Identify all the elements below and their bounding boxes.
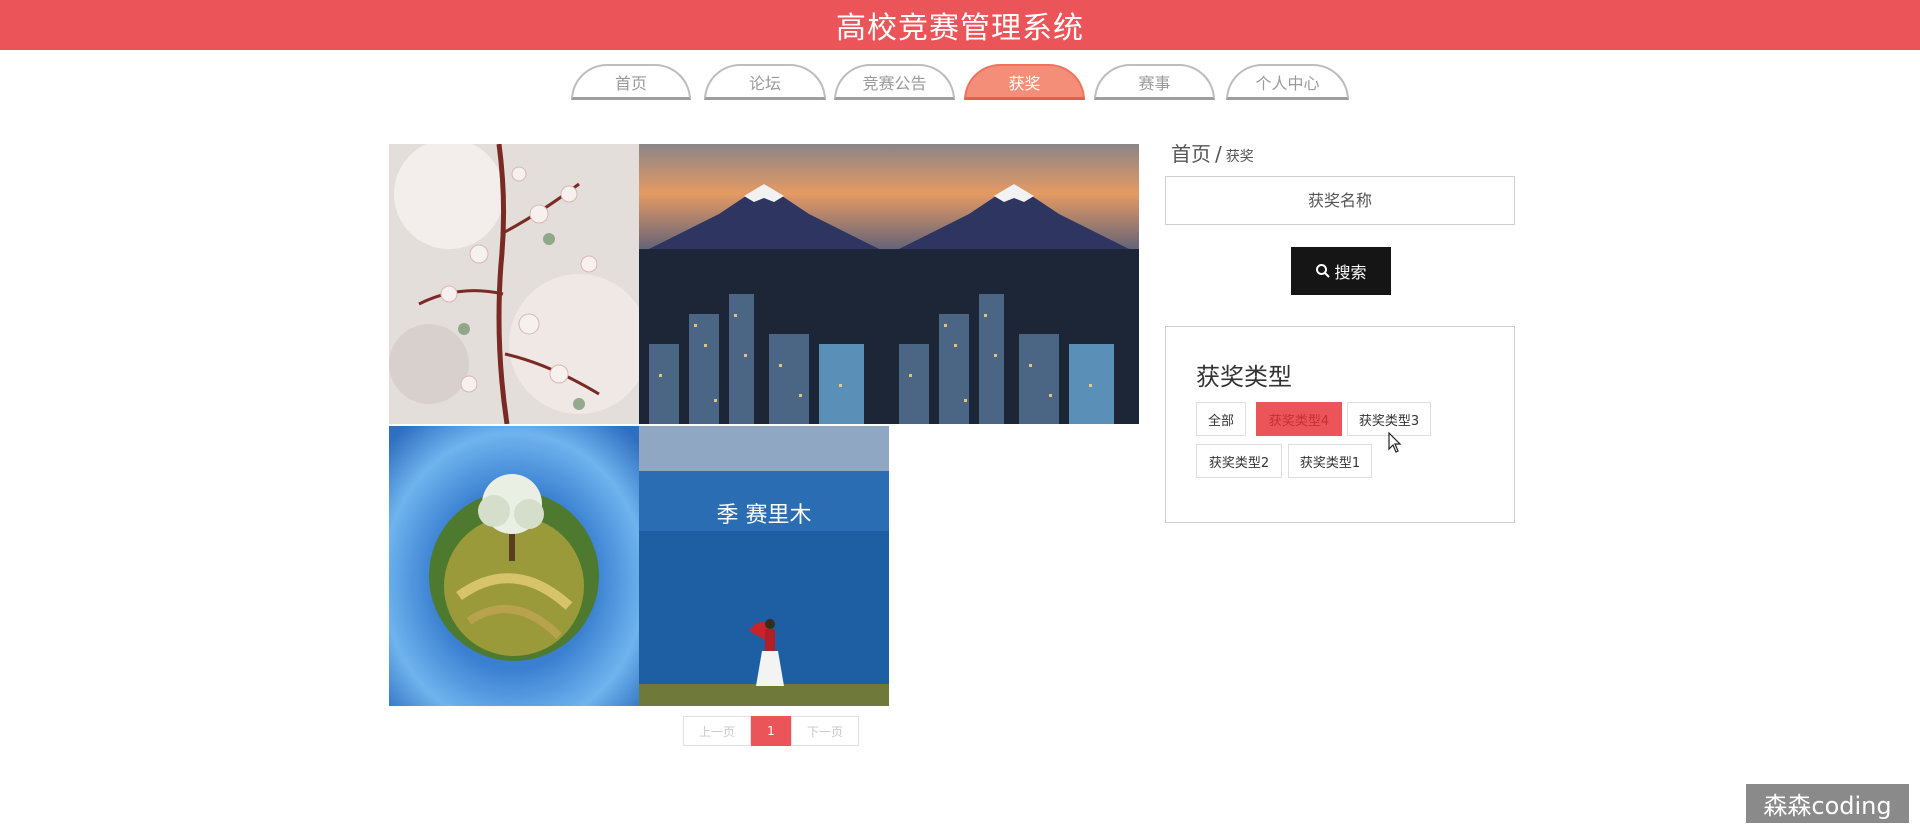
filter-title: 获奖类型 (1196, 363, 1292, 391)
tab-events[interactable]: 赛事 (1094, 64, 1215, 100)
breadcrumb: 首页 / 获奖 (1171, 138, 1254, 167)
search-button-label: 搜索 (1334, 263, 1367, 282)
mount-fuji-city-photo (889, 144, 1139, 424)
filter-tag-type4[interactable]: 获奖类型4 (1256, 402, 1342, 436)
search-button[interactable]: 搜索 (1291, 247, 1391, 295)
mount-fuji-city-photo (639, 144, 889, 424)
main-nav: 首页 论坛 竞赛公告 获奖 赛事 个人中心 (0, 64, 1920, 104)
next-page-button[interactable]: 下一页 (791, 716, 859, 746)
photo-overlay-text: 季 赛里木 (717, 503, 812, 528)
gallery-item-lake[interactable]: 季 赛里木 (639, 426, 889, 706)
woman-by-lake-photo: 季 赛里木 (639, 426, 889, 706)
filter-tag-type3[interactable]: 获奖类型3 (1347, 402, 1431, 436)
gallery-item-fuji-city-2[interactable] (889, 144, 1139, 424)
search-icon (1315, 263, 1331, 279)
filter-tag-type2[interactable]: 获奖类型2 (1196, 444, 1282, 478)
mouse-cursor-icon (1388, 431, 1402, 458)
breadcrumb-current: 获奖 (1225, 149, 1254, 165)
tab-forum[interactable]: 论坛 (704, 64, 826, 100)
header-bar: 高校竞赛管理系统 (0, 0, 1920, 50)
page-number-button[interactable]: 1 (751, 716, 791, 746)
breadcrumb-separator: / (1215, 142, 1222, 166)
award-name-search-input[interactable] (1165, 176, 1515, 225)
app-title: 高校竞赛管理系统 (836, 11, 1084, 46)
watermark: 森森coding (1746, 784, 1909, 823)
gallery-item-tiny-planet[interactable] (389, 426, 639, 706)
filter-tag-type1[interactable]: 获奖类型1 (1288, 444, 1372, 478)
tab-awards[interactable]: 获奖 (964, 64, 1085, 100)
gallery-item-cherry-blossom[interactable] (389, 144, 639, 424)
award-type-filter-panel: 获奖类型 全部 获奖类型4 获奖类型3 获奖类型2 获奖类型1 (1165, 326, 1515, 523)
gallery-item-fuji-city-1[interactable] (639, 144, 889, 424)
cherry-blossom-photo (389, 144, 639, 424)
pagination: 上一页 1 下一页 (683, 716, 859, 746)
filter-tag-all[interactable]: 全部 (1196, 402, 1246, 436)
tiny-planet-tree-photo (389, 426, 639, 706)
tab-home[interactable]: 首页 (571, 64, 691, 100)
tab-profile[interactable]: 个人中心 (1226, 64, 1349, 100)
award-gallery: 季 赛里木 (389, 144, 1140, 706)
prev-page-button[interactable]: 上一页 (683, 716, 751, 746)
tab-announcements[interactable]: 竞赛公告 (834, 64, 955, 100)
breadcrumb-home[interactable]: 首页 (1171, 142, 1211, 166)
